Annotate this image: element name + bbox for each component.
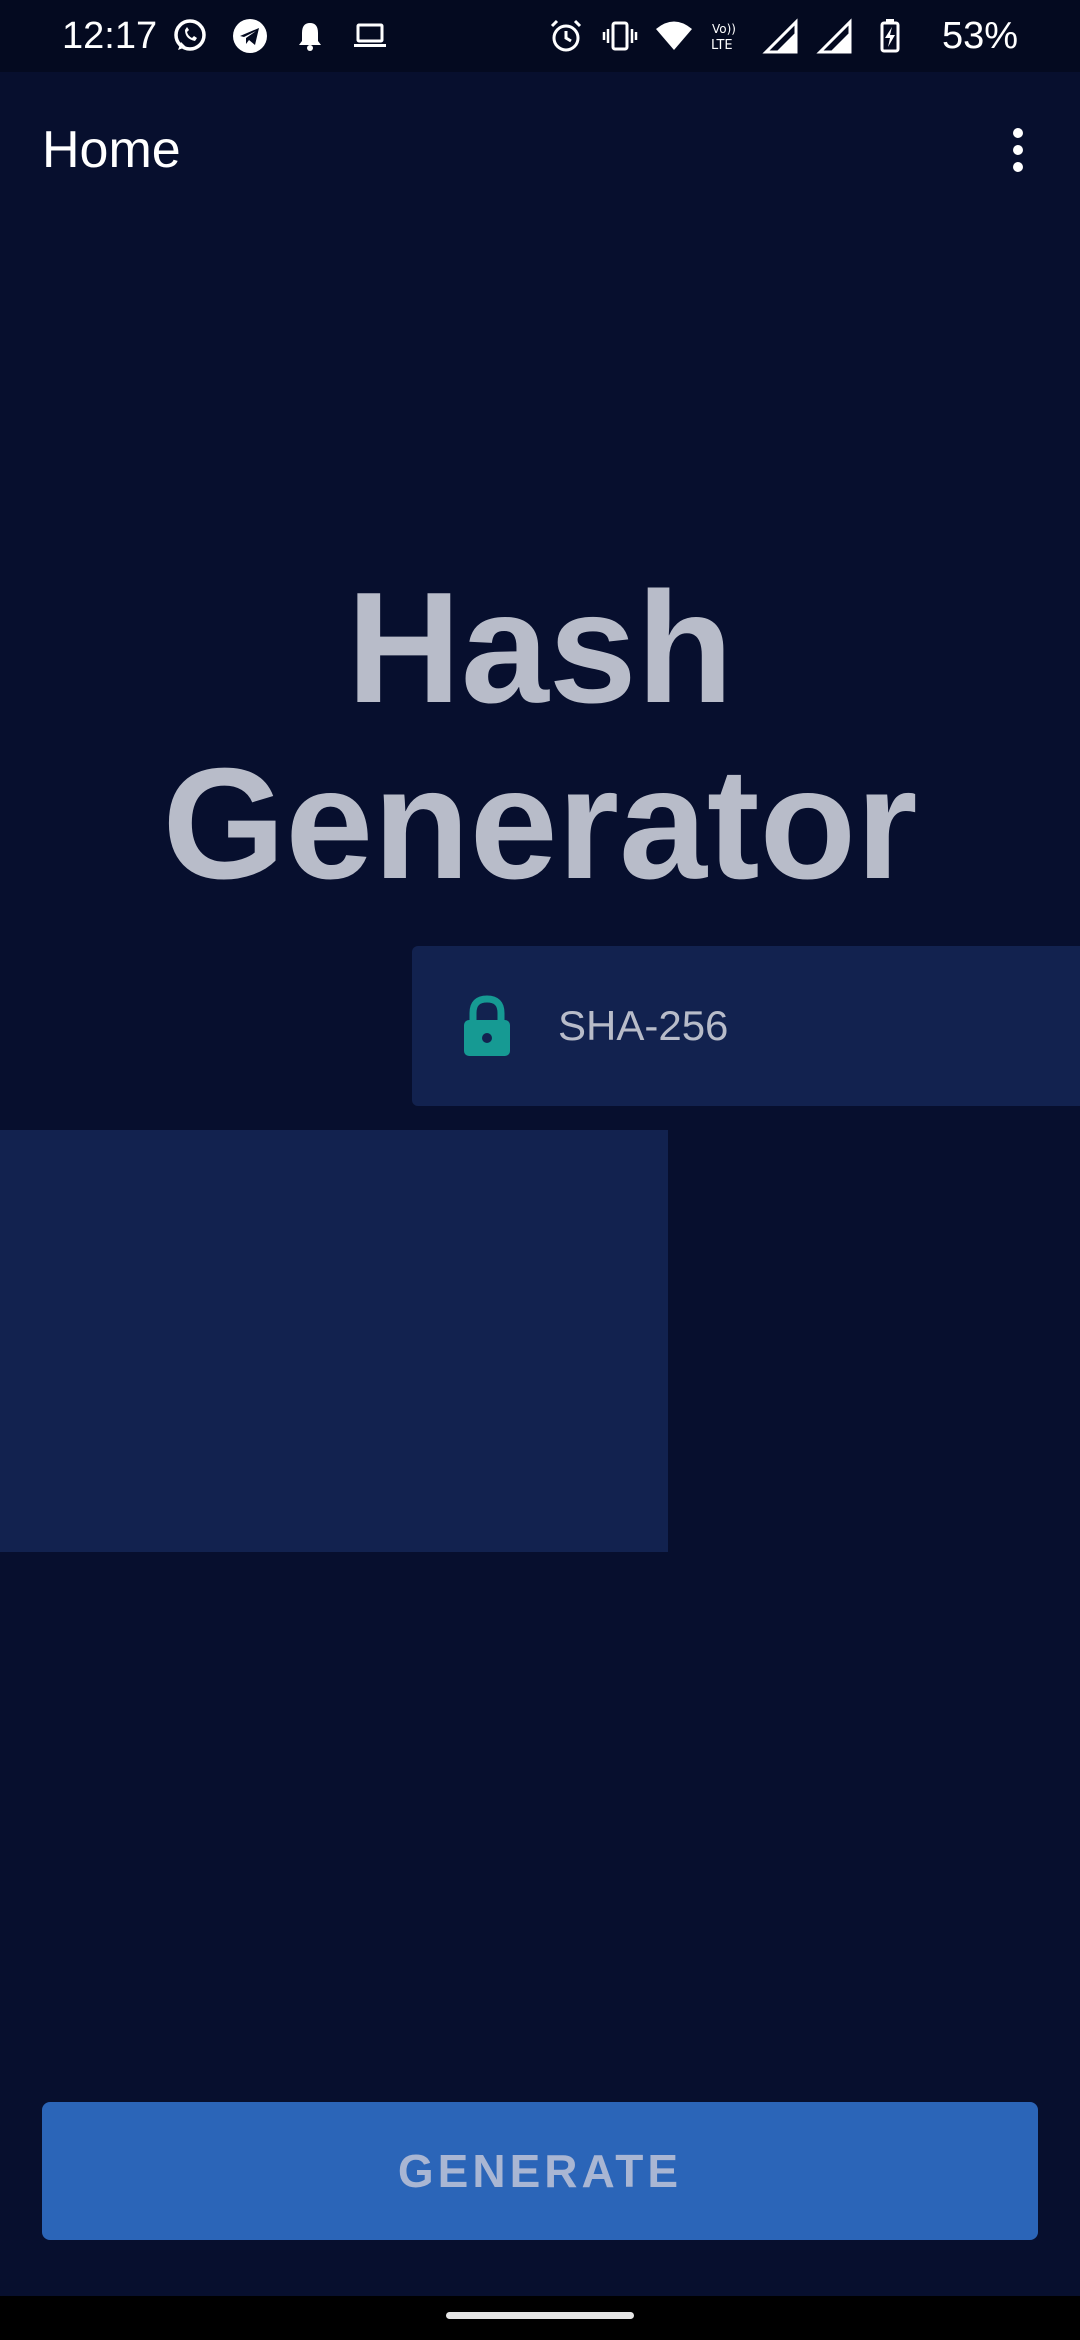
svg-text:LTE: LTE <box>711 38 733 53</box>
bell-icon <box>299 23 321 51</box>
laptop-icon <box>354 23 386 47</box>
algorithm-label: SHA-256 <box>558 1002 729 1049</box>
home-indicator[interactable] <box>446 2312 634 2319</box>
whatsapp-icon <box>174 19 206 51</box>
more-vertical-icon <box>1013 128 1023 172</box>
battery-percentage: 53% <box>941 15 1018 57</box>
vibrate-icon <box>602 21 638 51</box>
telegram-icon <box>233 19 267 53</box>
app-bar-title: Home <box>42 121 181 179</box>
notification-icons <box>170 16 390 56</box>
battery-charging-icon <box>880 19 900 53</box>
navigation-bar <box>0 2296 1080 2340</box>
status-time: 12:17 <box>62 15 158 57</box>
generate-button[interactable]: GENERATE <box>42 2102 1038 2240</box>
algorithm-selector[interactable]: SHA-256 <box>412 946 1080 1106</box>
page-title: Hash Generator <box>162 560 918 912</box>
system-icons: Vo)) LTE <box>546 16 910 56</box>
plaintext-input[interactable] <box>0 1130 668 1552</box>
signal-icon <box>816 18 852 54</box>
wifi-icon <box>656 21 692 50</box>
lock-icon <box>464 995 510 1056</box>
svg-text:Vo)): Vo)) <box>712 22 736 36</box>
volte-icon: Vo)) LTE <box>711 22 736 53</box>
status-bar: 12:17 Vo)) LTE 53% <box>0 0 1080 72</box>
signal-icon <box>762 18 798 54</box>
more-options-button[interactable] <box>976 108 1060 192</box>
app-bar: Home <box>0 72 1080 228</box>
alarm-icon <box>550 19 582 52</box>
screen: 12:17 Vo)) LTE 53% Home Hash Generator S… <box>0 0 1080 2340</box>
